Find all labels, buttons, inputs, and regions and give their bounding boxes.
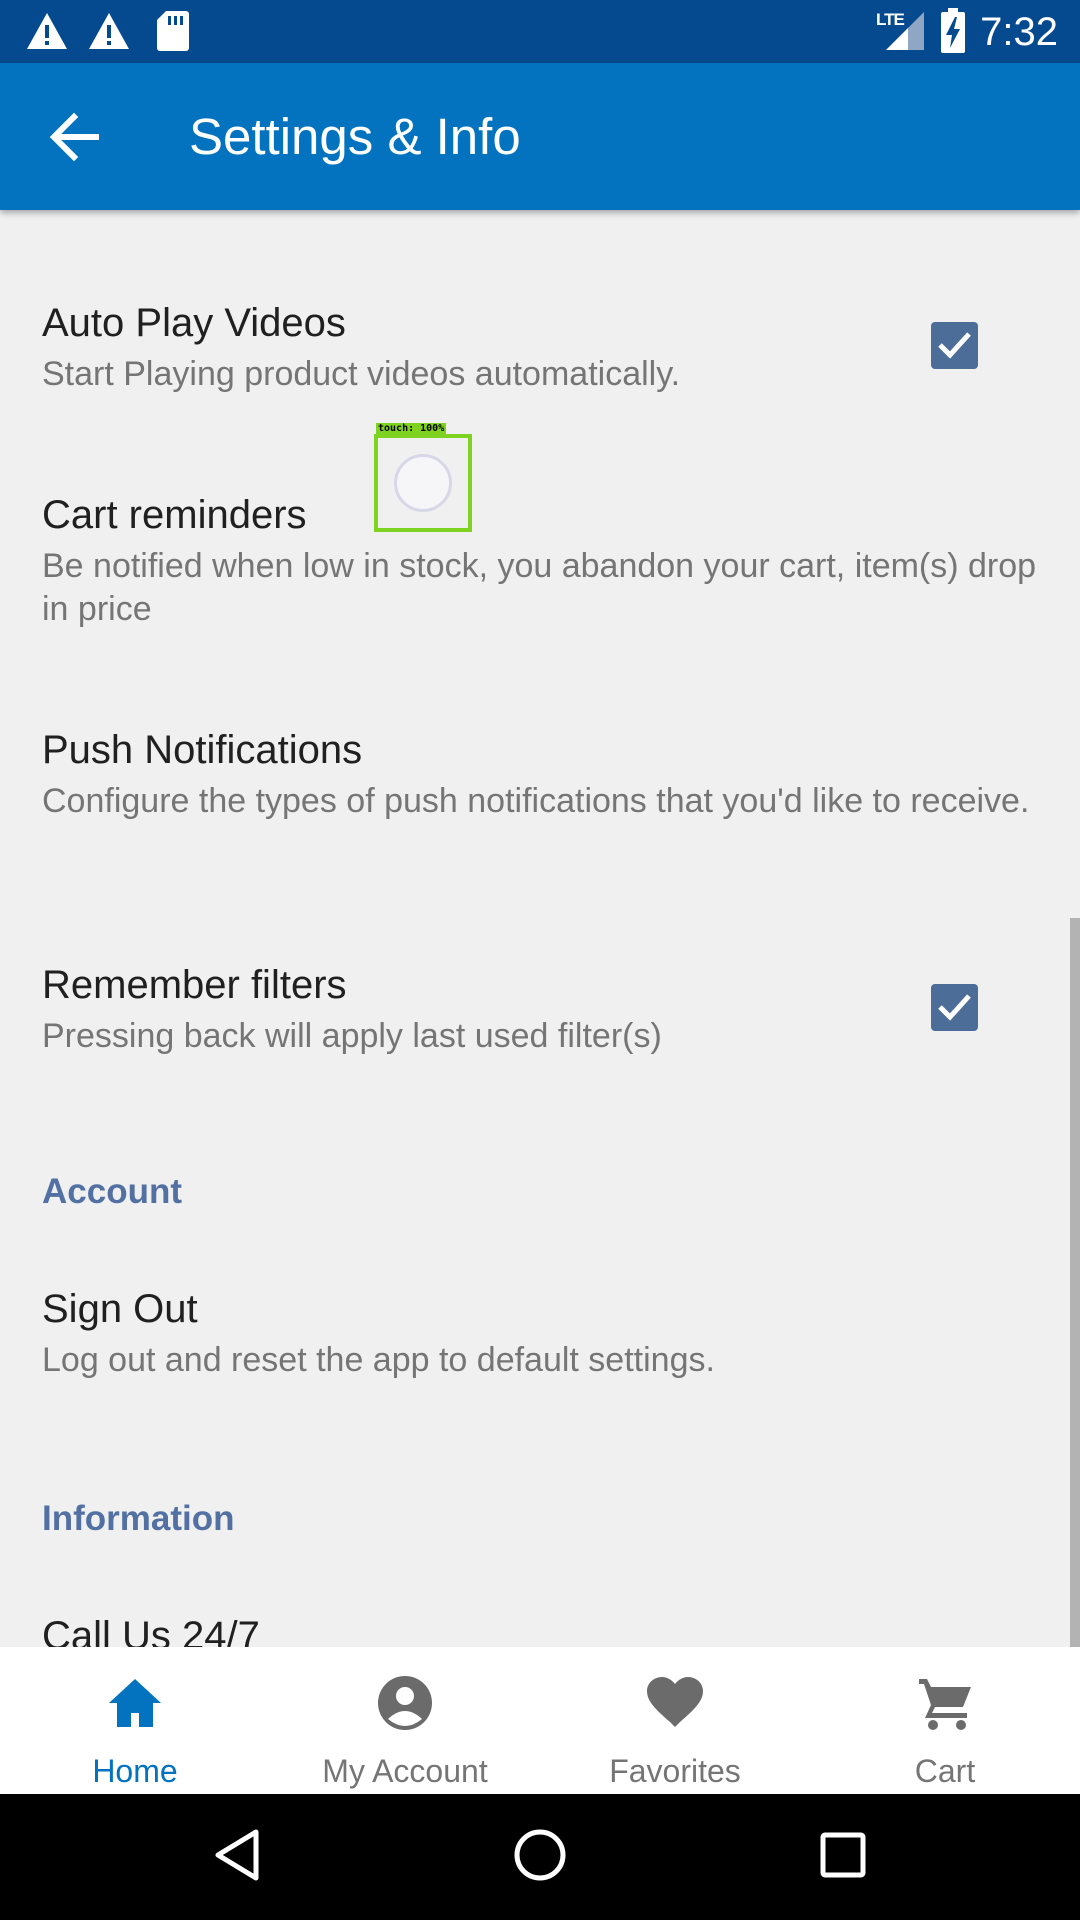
recents-square-icon[interactable] xyxy=(818,1827,868,1883)
setting-sign-out[interactable]: Sign Out Log out and reset the app to de… xyxy=(42,1285,1042,1382)
setting-auto-play-videos[interactable]: Auto Play Videos Start Playing product v… xyxy=(42,299,1042,396)
nav-favorites[interactable]: Favorites xyxy=(540,1647,810,1794)
nav-label: Home xyxy=(92,1753,178,1789)
setting-call-us[interactable]: Call Us 24/7 xyxy=(42,1612,1042,1647)
setting-title: Auto Play Videos xyxy=(42,301,346,345)
setting-title: Push Notifications xyxy=(42,728,363,772)
nav-label: My Account xyxy=(322,1753,488,1789)
account-circle-icon xyxy=(378,1676,432,1730)
warning-icon xyxy=(27,13,67,49)
home-circle-icon[interactable] xyxy=(512,1827,568,1883)
battery-charging-icon xyxy=(941,8,965,53)
nav-home[interactable]: Home xyxy=(0,1647,270,1794)
setting-title: Remember filters xyxy=(42,963,347,1007)
auto-play-videos-checkbox[interactable] xyxy=(931,322,978,369)
sd-card-icon xyxy=(157,11,189,51)
nav-label: Cart xyxy=(914,1753,976,1789)
clock: 7:32 xyxy=(980,10,1058,54)
arrow-back-icon[interactable] xyxy=(44,109,104,165)
back-triangle-icon[interactable] xyxy=(212,1827,262,1883)
section-header-account: Account xyxy=(42,1172,182,1211)
setting-summary: Be notified when low in stock, you aband… xyxy=(42,547,1037,628)
setting-summary: Log out and reset the app to default set… xyxy=(42,1341,715,1379)
check-icon xyxy=(938,994,971,1021)
scrollbar[interactable] xyxy=(1070,918,1080,1647)
warning-icon xyxy=(89,13,129,49)
settings-list[interactable]: Auto Play Videos Start Playing product v… xyxy=(0,210,1080,1647)
app-bar: Settings & Info xyxy=(0,63,1080,210)
nav-cart[interactable]: Cart xyxy=(810,1647,1080,1794)
setting-remember-filters[interactable]: Remember filters Pressing back will appl… xyxy=(42,961,1042,1058)
status-bar: LTE 7:32 xyxy=(0,0,1080,63)
heart-icon xyxy=(647,1677,703,1727)
setting-title: Call Us 24/7 xyxy=(42,1614,260,1647)
touch-point-circle xyxy=(394,454,452,512)
section-header-information: Information xyxy=(42,1499,235,1538)
setting-summary: Pressing back will apply last used filte… xyxy=(42,1017,662,1055)
nav-label: Favorites xyxy=(609,1753,741,1789)
setting-push-notifications[interactable]: Push Notifications Configure the types o… xyxy=(42,726,1042,823)
setting-title: Sign Out xyxy=(42,1287,198,1331)
touch-indicator-label: touch: 100% xyxy=(376,423,447,435)
page-title: Settings & Info xyxy=(189,108,521,165)
setting-cart-reminders[interactable]: Cart reminders Be notified when low in s… xyxy=(42,491,1042,631)
home-icon xyxy=(109,1679,161,1727)
remember-filters-checkbox[interactable] xyxy=(931,984,978,1031)
bottom-navigation: Home My Account Favorites Cart xyxy=(0,1647,1080,1794)
signal-icon xyxy=(886,12,924,50)
system-navigation-bar xyxy=(0,1794,1080,1920)
setting-title: Cart reminders xyxy=(42,493,307,537)
check-icon xyxy=(938,332,971,359)
nav-my-account[interactable]: My Account xyxy=(270,1647,540,1794)
setting-summary: Configure the types of push notification… xyxy=(42,782,1030,820)
cart-icon xyxy=(919,1679,971,1730)
setting-summary: Start Playing product videos automatical… xyxy=(42,355,681,393)
